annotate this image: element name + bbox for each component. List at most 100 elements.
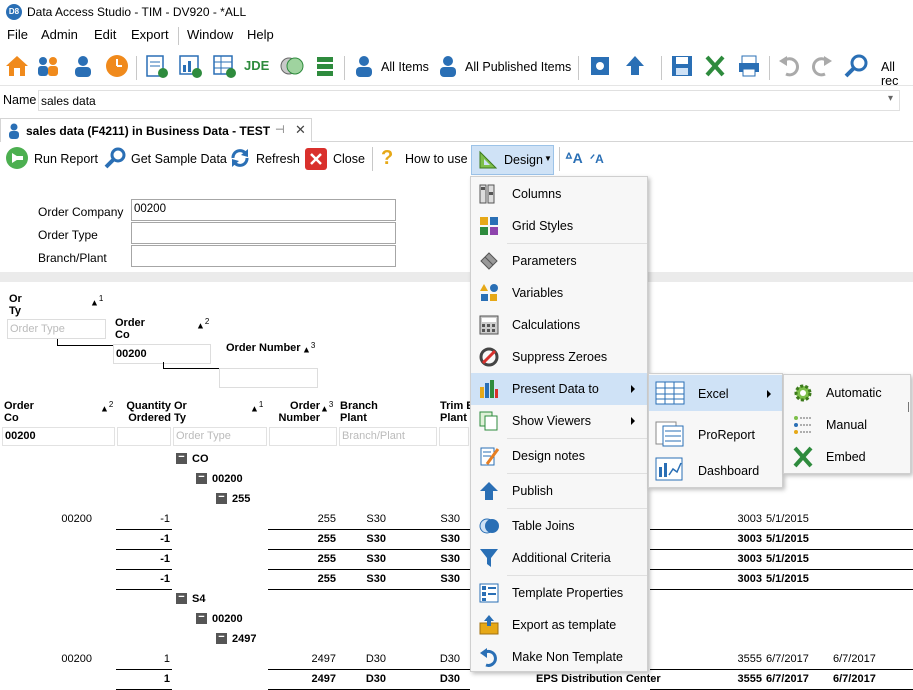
chevron-down-icon[interactable]: ▾: [888, 93, 893, 104]
menu-item-additional-criteria[interactable]: Additional Criteria: [471, 542, 647, 574]
menu-edit[interactable]: Edit: [94, 27, 116, 42]
collapse-icon[interactable]: −: [176, 592, 187, 604]
menu-item-manual[interactable]: Manual: [784, 408, 910, 440]
jde-icon[interactable]: JDE: [244, 53, 270, 79]
close-icon[interactable]: [305, 148, 327, 170]
refresh-icon[interactable]: [229, 147, 251, 169]
menu-item-columns[interactable]: Columns: [471, 178, 647, 210]
grid-filter-trim-plant[interactable]: [439, 427, 469, 446]
group-or-ty-header[interactable]: Or Ty: [9, 293, 22, 317]
menu-item-table-joins[interactable]: Table Joins: [471, 510, 647, 542]
new-document-icon[interactable]: [143, 53, 169, 79]
font-decrease-icon[interactable]: ᐟA: [590, 152, 604, 166]
design-button[interactable]: Design ▼: [471, 145, 554, 175]
menu-item-automatic[interactable]: Automatic: [784, 376, 910, 408]
how-to-use-button[interactable]: How to use: [405, 152, 468, 166]
menu-item-design-notes[interactable]: Design notes: [471, 440, 647, 472]
close-button[interactable]: Close: [333, 152, 365, 166]
cell-date: 5/1/2015: [766, 573, 809, 585]
get-sample-data-button[interactable]: Get Sample Data: [131, 152, 227, 166]
new-grid-icon[interactable]: [211, 53, 237, 79]
help-icon[interactable]: ?: [381, 147, 393, 170]
grid-filter-order-co[interactable]: 00200: [2, 427, 115, 446]
menu-item-excel[interactable]: Excel: [649, 375, 782, 411]
excel-export-icon[interactable]: [702, 53, 728, 79]
group-order-number-filter[interactable]: [219, 368, 318, 388]
users-icon[interactable]: [35, 53, 61, 79]
col-trim-plant-header[interactable]: Trim E Plant: [440, 400, 474, 424]
user-icon[interactable]: [70, 53, 96, 79]
run-report-icon[interactable]: [6, 147, 28, 169]
menu-item-calculations[interactable]: Calculations: [471, 309, 647, 341]
home-icon[interactable]: [4, 53, 30, 79]
all-recent-button[interactable]: All rec: [881, 60, 913, 88]
order-company-input[interactable]: 00200: [131, 199, 396, 221]
save-icon[interactable]: [669, 53, 695, 79]
col-order-number-header[interactable]: Order Number: [270, 400, 320, 424]
settings-page-icon[interactable]: [587, 53, 613, 79]
collapse-icon[interactable]: −: [216, 632, 227, 644]
menu-item-publish[interactable]: Publish: [471, 475, 647, 507]
menu-item-dashboard[interactable]: Dashboard: [649, 453, 782, 487]
tab-sales-data[interactable]: sales data (F4211) in Business Data - TE…: [0, 118, 312, 142]
redo-icon[interactable]: [809, 53, 835, 79]
search-icon[interactable]: [104, 147, 126, 169]
grid-filter-quantity[interactable]: [117, 427, 171, 446]
grid-filter-order-number[interactable]: [269, 427, 337, 446]
menu-item-parameters[interactable]: Parameters: [471, 245, 647, 277]
join-icon[interactable]: [279, 53, 305, 79]
search-icon[interactable]: [843, 53, 869, 79]
menu-item-grid-styles[interactable]: Grid Styles: [471, 210, 647, 242]
menu-item-present-data-to[interactable]: Present Data to: [471, 373, 647, 405]
menu-admin[interactable]: Admin: [41, 27, 78, 42]
design-menu: Columns Grid Styles Parameters Variables…: [470, 176, 648, 672]
pin-icon[interactable]: ⊣: [275, 123, 285, 136]
group-order-co-filter[interactable]: 00200: [113, 344, 211, 364]
undo-icon[interactable]: [776, 53, 802, 79]
collapse-icon[interactable]: −: [196, 612, 207, 624]
menu-item-show-viewers[interactable]: Show Viewers: [471, 405, 647, 437]
name-input[interactable]: sales data ▾: [38, 90, 900, 111]
menu-item-make-non-template[interactable]: Make Non Template: [471, 641, 647, 673]
all-published-icon[interactable]: [435, 53, 461, 79]
col-order-co-header[interactable]: Order Co: [4, 400, 34, 424]
group-order-number-header[interactable]: Order Number: [226, 342, 301, 354]
all-items-button[interactable]: All Items: [381, 60, 429, 74]
collapse-icon[interactable]: −: [196, 472, 207, 484]
font-increase-icon[interactable]: ᐞA: [565, 150, 583, 167]
menu-item-template-properties[interactable]: Template Properties: [471, 577, 647, 609]
col-branch-plant-header[interactable]: Branch Plant: [340, 400, 378, 424]
clock-icon[interactable]: [104, 53, 130, 79]
menu-item-proreport[interactable]: ProReport: [649, 417, 782, 451]
menu-help[interactable]: Help: [247, 27, 274, 42]
all-published-button[interactable]: All Published Items: [465, 60, 571, 74]
branch-plant-input[interactable]: [131, 245, 396, 267]
collapse-icon[interactable]: −: [216, 492, 227, 504]
menu-window[interactable]: Window: [187, 27, 233, 42]
new-chart-icon[interactable]: [177, 53, 203, 79]
menu-item-variables[interactable]: Variables: [471, 277, 647, 309]
cell-trim-plant: D30: [439, 653, 460, 665]
close-icon[interactable]: ✕: [295, 122, 306, 138]
col-quantity-header[interactable]: Quantity Ordered: [123, 400, 171, 424]
print-icon[interactable]: [736, 53, 762, 79]
menu-file[interactable]: File: [7, 27, 28, 42]
grid-filter-or-ty[interactable]: Order Type: [173, 427, 267, 446]
order-type-input[interactable]: [131, 222, 396, 244]
run-report-button[interactable]: Run Report: [34, 152, 98, 166]
upload-icon[interactable]: [622, 53, 648, 79]
col-or-ty-header[interactable]: Or Ty: [174, 400, 187, 424]
menu-item-suppress-zeroes[interactable]: Suppress Zeroes: [471, 341, 647, 373]
dashboard-icon: [655, 457, 683, 481]
order-company-label: Order Company: [38, 205, 124, 219]
stack-icon[interactable]: [312, 53, 338, 79]
refresh-button[interactable]: Refresh: [256, 152, 300, 166]
menu-item-embed[interactable]: Embed: [784, 440, 910, 472]
group-order-co-header[interactable]: Order Co: [115, 317, 145, 341]
menu-item-export-as-template[interactable]: Export as template: [471, 609, 647, 641]
menu-export[interactable]: Export: [131, 27, 169, 42]
grid-filter-branch-plant[interactable]: Branch/Plant: [339, 427, 437, 446]
group-order-type-filter[interactable]: Order Type: [7, 319, 106, 339]
all-items-icon[interactable]: [351, 53, 377, 79]
collapse-icon[interactable]: −: [176, 452, 187, 464]
